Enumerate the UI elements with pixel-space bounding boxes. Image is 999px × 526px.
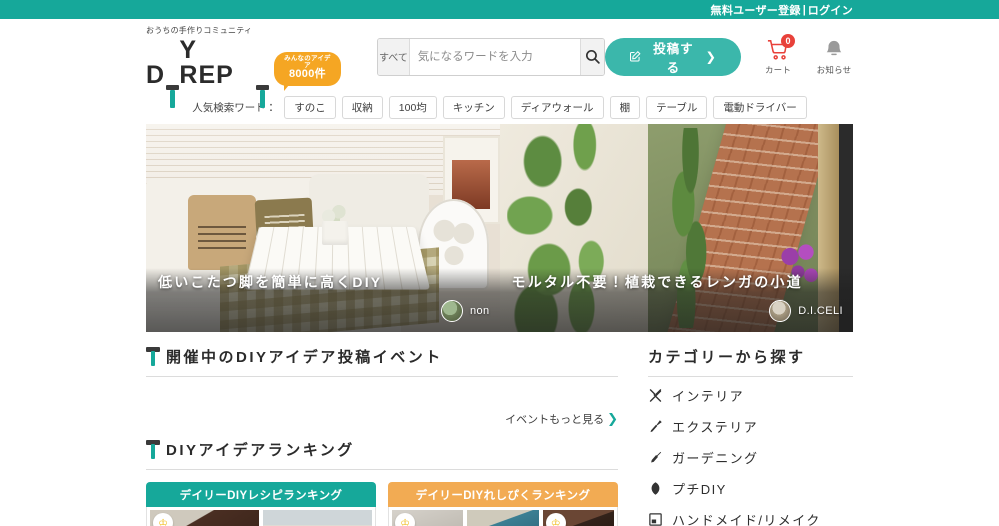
content-wrapper: 開催中のDIYアイデア投稿イベント イベントもっと見る ❯ DIYアイデアランキ… — [0, 346, 999, 526]
hero-author[interactable]: non — [440, 300, 490, 322]
popular-keywords-row: 人気検索ワード： すのこ 収納 100均 キッチン ディアウォール 棚 テーブル… — [0, 94, 999, 120]
site-logo[interactable]: おうちの手作りコミュニティ D Y REP みんなのアイデア 8000件 — [146, 25, 342, 108]
crown-icon: ♔ — [545, 513, 566, 526]
search-input[interactable] — [409, 38, 580, 75]
topbar-separator: | — [802, 3, 806, 16]
post-button-chevron: ❯ — [705, 50, 718, 64]
sidebar-item-label: エクステリア — [672, 420, 759, 435]
hero-author-name: non — [469, 305, 490, 317]
ranking-section-header: DIYアイデアランキング — [146, 439, 618, 470]
search-bar: すべて — [377, 37, 606, 76]
crossed-tools-icon — [648, 388, 663, 403]
keyword-tag[interactable]: 電動ドライバー — [713, 95, 807, 119]
ranking-thumbnail[interactable]: ♔ — [392, 510, 464, 526]
crown-icon: ♔ — [395, 513, 415, 526]
bell-icon-wrap — [823, 37, 845, 63]
shovel-icon — [648, 450, 663, 465]
notifications-button[interactable]: お知らせ — [815, 37, 853, 76]
keyword-tag[interactable]: ディアウォール — [510, 95, 604, 119]
search-button[interactable] — [579, 38, 605, 75]
logo-wordmark: D Y REP — [146, 36, 270, 108]
sidebar-item-petit-diy[interactable]: プチDIY — [648, 476, 853, 501]
keyword-tag[interactable]: テーブル — [646, 95, 708, 119]
event-more-label: イベントもっと見る — [505, 414, 605, 426]
keyword-tag[interactable]: 収納 — [341, 95, 383, 119]
hero-slide-2[interactable]: モルタル不要！植栽できるレンガの小道 D.I.CELI — [499, 124, 853, 332]
hero-author-name: D.I.CELI — [798, 305, 843, 317]
keyword-tag[interactable]: 棚 — [609, 95, 641, 119]
sewing-machine-icon — [648, 512, 663, 526]
hammer-icon — [146, 440, 160, 459]
event-section-header: 開催中のDIYアイデア投稿イベント — [146, 346, 618, 377]
hero-carousel: 低いこたつ脚を簡単に高くDIY non モルタル不要！植栽できるレンガの小道 D… — [146, 124, 853, 332]
top-utility-bar: 無料ユーザー登録 | ログイン — [0, 0, 999, 19]
ranking-panels: ♔ ♔ ♔ — [146, 507, 618, 526]
keyword-tag[interactable]: すのこ — [284, 95, 336, 119]
ranking-thumbnail[interactable] — [263, 510, 372, 526]
bell-icon — [826, 40, 842, 56]
tab-daily-recipe-ranking[interactable]: デイリーDIYレシピランキング — [146, 482, 376, 507]
main-column: 開催中のDIYアイデア投稿イベント イベントもっと見る ❯ DIYアイデアランキ… — [146, 346, 618, 526]
login-link[interactable]: ログイン — [808, 2, 853, 18]
cart-button[interactable]: 0 カート — [759, 34, 797, 76]
sidebar-item-label: ガーデニング — [672, 451, 759, 466]
keyword-tag[interactable]: 100均 — [388, 95, 437, 119]
register-link[interactable]: 無料ユーザー登録 — [711, 2, 801, 18]
tab-daily-reshipiku-ranking[interactable]: デイリーDIYれしぴくランキング — [388, 482, 618, 507]
hero-slide-1[interactable]: 低いこたつ脚を簡単に高くDIY non — [146, 124, 500, 332]
ranking-tabs: デイリーDIYレシピランキング デイリーDIYれしぴくランキング — [146, 482, 618, 507]
event-more-link[interactable]: イベントもっと見る ❯ — [146, 411, 618, 427]
ranking-thumbnail[interactable]: ♔ — [542, 510, 614, 526]
ranking-panel-reshipiku: ♔ ♔ — [388, 507, 618, 526]
sidebar-item-handmade-remake[interactable]: ハンドメイド/リメイク — [648, 507, 853, 526]
avatar — [440, 300, 463, 322]
trowel-icon — [648, 419, 663, 434]
search-icon — [585, 49, 600, 64]
sidebar-title: カテゴリーから探す — [648, 346, 853, 377]
sidebar-item-gardening[interactable]: ガーデニング — [648, 445, 853, 470]
pencil-square-icon — [630, 51, 641, 62]
logo-rest: Y REP — [179, 36, 234, 89]
sidebar-item-label: プチDIY — [672, 482, 727, 497]
ranking-section-title: DIYアイデアランキング — [166, 442, 355, 459]
leaf-icon — [648, 481, 663, 496]
cart-count-badge: 0 — [781, 34, 795, 48]
cart-label: カート — [764, 65, 792, 75]
bubble-line-2: 8000件 — [288, 68, 326, 81]
sidebar-item-label: インテリア — [672, 389, 745, 404]
logo-text-block: おうちの手作りコミュニティ D Y REP — [146, 25, 270, 108]
post-button-label: 投稿する — [653, 41, 694, 75]
logo-idea-count-bubble: みんなのアイデア 8000件 — [273, 51, 342, 92]
site-header: おうちの手作りコミュニティ D Y REP みんなのアイデア 8000件 すべて — [0, 19, 999, 108]
hammer-icon — [146, 347, 160, 366]
hero-author[interactable]: D.I.CELI — [769, 300, 843, 322]
ranking-thumbnail[interactable] — [467, 510, 539, 526]
sidebar-item-interior[interactable]: インテリア — [648, 383, 853, 408]
keyword-tag[interactable]: キッチン — [442, 95, 505, 119]
sidebar: カテゴリーから探す インテリア エクステリア ガーデニング プチDIY ハンドメ… — [648, 346, 853, 526]
logo-d: D — [146, 61, 166, 89]
avatar — [769, 300, 792, 322]
header-actions: 投稿する ❯ 0 カート お知らせ — [605, 34, 853, 76]
category-list: インテリア エクステリア ガーデニング プチDIY ハンドメイド/リメイク — [648, 383, 853, 526]
logo-tagline: おうちの手作りコミュニティ — [146, 26, 253, 35]
ranking-panel-recipe: ♔ — [146, 507, 376, 526]
hero-title: モルタル不要！植栽できるレンガの小道 — [511, 274, 803, 290]
hero-title: 低いこたつ脚を簡単に高くDIY — [158, 274, 383, 290]
search-scope-select[interactable]: すべて — [378, 38, 410, 75]
post-button[interactable]: 投稿する ❯ — [605, 37, 742, 76]
event-section-title: 開催中のDIYアイデア投稿イベント — [166, 349, 443, 366]
sidebar-item-label: ハンドメイド/リメイク — [672, 513, 821, 526]
sidebar-item-exterior[interactable]: エクステリア — [648, 414, 853, 439]
chevron-right-icon: ❯ — [607, 411, 618, 426]
notifications-label: お知らせ — [816, 65, 852, 75]
ranking-thumbnail[interactable]: ♔ — [150, 510, 259, 526]
crown-icon: ♔ — [153, 513, 173, 526]
